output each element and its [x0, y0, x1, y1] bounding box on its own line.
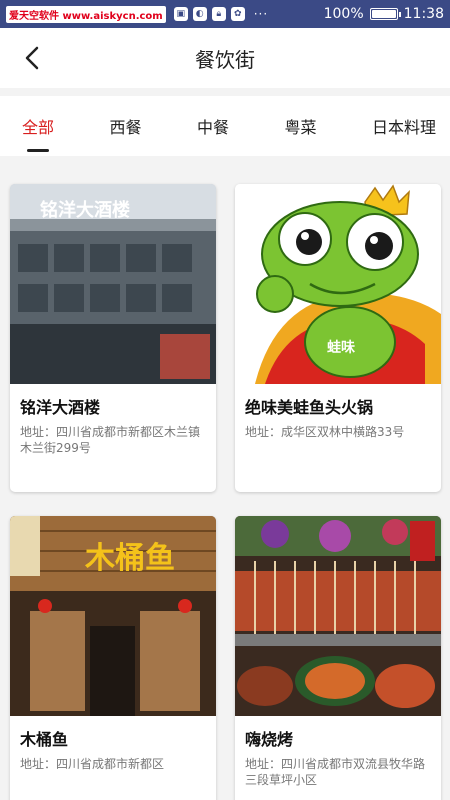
- notification-icons: ▣ ◐ 🔒︎ ✿ ···: [173, 7, 269, 21]
- restaurant-name: 铭洋大酒楼: [20, 398, 101, 417]
- battery-icon: [369, 8, 401, 20]
- tab-label: 日本料理: [371, 118, 436, 137]
- restaurant-photo: 铭洋大酒楼: [10, 184, 216, 384]
- tab-all[interactable]: 全部: [22, 96, 54, 156]
- paw-notification-icon: ✿: [230, 7, 245, 21]
- restaurant-name: 绝味美蛙鱼头火锅: [245, 398, 374, 417]
- mascot-label: 蛙味: [327, 339, 355, 356]
- chevron-left-icon: [25, 46, 39, 70]
- tab-label: 西餐: [109, 118, 142, 137]
- restaurant-card[interactable]: 铭洋大酒楼 铭洋大酒楼 地址：四川省成都市新都区木兰镇木兰街299号: [10, 184, 216, 492]
- tab-label: 中餐: [196, 118, 229, 137]
- restaurant-address: 地址：四川省成都市双流县牧华路三段草坪小区: [245, 757, 426, 787]
- storefront-photo: 木桶鱼: [10, 516, 216, 716]
- tab-label: 粤菜: [284, 118, 317, 137]
- tab-label: 全部: [22, 118, 55, 137]
- lock-notification-icon: 🔒︎: [211, 7, 226, 21]
- watermark: 爱天空软件 www.aiskycn.com: [6, 5, 166, 23]
- restaurant-card[interactable]: 木桶鱼 木桶鱼 地址：四川省成都市新都区: [10, 516, 216, 800]
- restaurant-photo: [235, 516, 441, 716]
- status-bar: 爱天空软件 www.aiskycn.com ▣ ◐ 🔒︎ ✿ ··· 100% …: [0, 0, 450, 28]
- app-notification-icon: ▣: [173, 7, 188, 21]
- frog-mascot-logo: 蛙味: [235, 184, 441, 384]
- restaurant-photo: 蛙味: [235, 184, 441, 384]
- restaurant-card[interactable]: 嗨烧烤 地址：四川省成都市双流县牧华路三段草坪小区: [235, 516, 441, 800]
- page-title: 餐饮街: [195, 47, 255, 72]
- app-header: 餐饮街: [0, 28, 450, 88]
- tab-western[interactable]: 西餐: [109, 96, 141, 156]
- tab-chinese[interactable]: 中餐: [197, 96, 229, 156]
- clock: 11:38: [403, 6, 444, 22]
- building-photo: 铭洋大酒楼: [10, 184, 216, 384]
- restaurant-photo: 木桶鱼: [10, 516, 216, 716]
- battery-percent: 100%: [323, 6, 364, 22]
- more-notifications-icon: ···: [253, 7, 269, 21]
- restaurant-address: 地址：四川省成都市新都区木兰镇木兰街299号: [20, 425, 201, 455]
- category-tabs: 全部 西餐 中餐 粤菜 日本料理: [0, 96, 450, 156]
- restaurant-card[interactable]: 蛙味 绝味美蛙鱼头火锅 地址：成华区双林中横路33号: [235, 184, 441, 492]
- tab-japanese[interactable]: 日本料理: [372, 96, 436, 156]
- active-tab-indicator: [27, 149, 49, 152]
- restaurant-name: 嗨烧烤: [245, 730, 294, 749]
- back-button[interactable]: [18, 44, 46, 72]
- restaurant-address: 地址：四川省成都市新都区: [20, 757, 165, 771]
- tab-cantonese[interactable]: 粤菜: [284, 96, 316, 156]
- restaurant-address: 地址：成华区双林中横路33号: [245, 425, 405, 439]
- restaurant-name: 木桶鱼: [20, 730, 69, 749]
- browser-notification-icon: ◐: [192, 7, 207, 21]
- building-sign-text: 铭洋大酒楼: [40, 199, 130, 221]
- barbecue-photo: [235, 516, 441, 716]
- storefront-sign-text: 木桶鱼: [84, 541, 175, 576]
